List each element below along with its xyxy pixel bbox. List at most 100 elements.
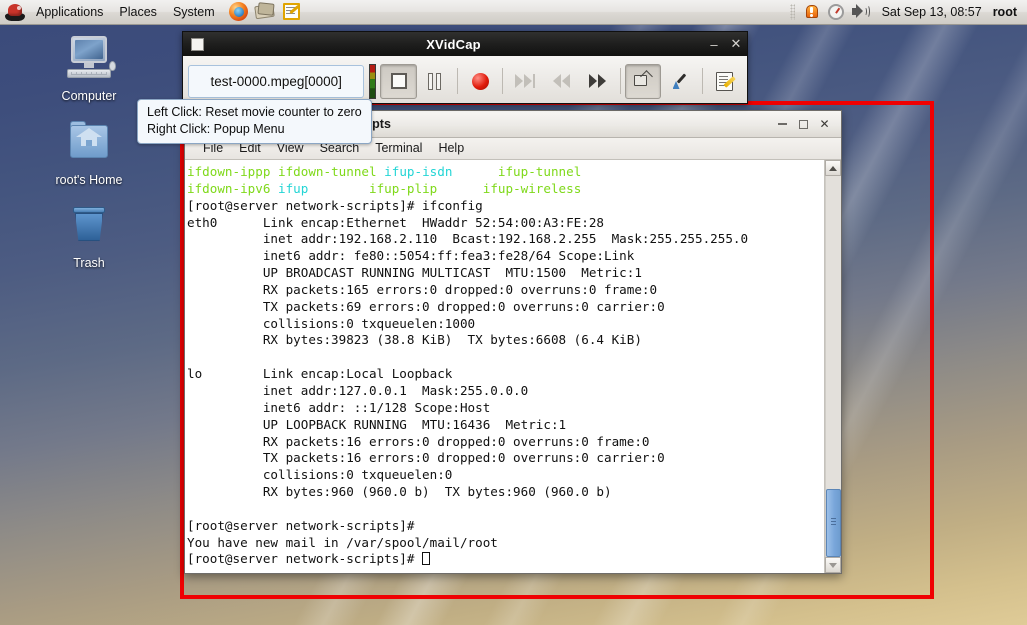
text-editor-icon[interactable] (280, 1, 304, 23)
clock[interactable]: Sat Sep 13, 08:57 (873, 5, 991, 19)
terminal-file-entry: ifup-tunnel (497, 164, 582, 179)
firefox-icon[interactable] (226, 1, 250, 23)
fast-forward-icon (589, 74, 607, 88)
desktop-icon-computer[interactable]: Computer (34, 36, 144, 103)
terminal-line: RX packets:16 errors:0 dropped:0 overrun… (187, 433, 650, 449)
terminal-line: inet addr:192.168.2.110 Bcast:192.168.2.… (187, 231, 749, 247)
terminal-body: ifdown-ippp ifdown-tunnel ifup-isdn ifup… (185, 160, 841, 573)
terminal-file-entry: ifup-isdn (384, 164, 498, 179)
stop-icon (390, 73, 407, 89)
rewind-icon (553, 74, 571, 88)
toolbar-separator (701, 68, 703, 94)
skip-to-end-icon (515, 74, 536, 88)
terminal-line: TX packets:69 errors:0 dropped:0 overrun… (187, 298, 665, 314)
menu-applications[interactable]: Applications (28, 0, 111, 24)
xvidcap-minimize-button[interactable]: – (703, 37, 725, 52)
terminal-file-entry: ifup-plip (369, 180, 483, 196)
desktop-icon-trash[interactable]: Trash (34, 203, 144, 270)
terminal-line: inet6 addr: ::1/128 Scope:Host (187, 399, 491, 415)
terminal-line: RX packets:165 errors:0 dropped:0 overru… (187, 281, 658, 297)
terminal-line: UP BROADCAST RUNNING MULTICAST MTU:1500 … (187, 265, 642, 281)
color-picker-button[interactable] (661, 64, 697, 99)
terminal-file-entry: ifup (278, 180, 369, 196)
preferences-button[interactable] (707, 64, 743, 99)
terminal-line: [root@server network-scripts]# ifconfig (187, 197, 483, 213)
filename-counter-button[interactable]: test-0000.mpeg[0000] (188, 64, 365, 98)
terminal-close-button[interactable]: ✕ (814, 115, 835, 133)
tooltip-line-1: Left Click: Reset movie counter to zero (147, 105, 362, 119)
pause-button[interactable] (417, 64, 453, 99)
trash-icon (62, 203, 116, 253)
terminal-line: ifdown-ipv6 ifup ifup-plip ifup-wireless (187, 181, 824, 198)
select-window-button[interactable] (625, 63, 662, 99)
terminal-line: collisions:0 txqueuelen:0 (187, 467, 453, 483)
preferences-icon (716, 71, 736, 91)
terminal-window: er:/etc/sysconfig/network-scripts ✕ File… (184, 110, 842, 574)
home-folder-icon (62, 120, 116, 170)
menu-item-terminal[interactable]: Terminal (367, 138, 430, 159)
level-meter (369, 63, 377, 99)
tooltip-line-2: Right Click: Popup Menu (147, 122, 285, 136)
terminal-scrollbar[interactable] (824, 160, 841, 573)
user-label[interactable]: root (993, 5, 1021, 19)
panel-grip[interactable] (789, 4, 795, 20)
record-button[interactable] (462, 64, 498, 99)
terminal-line: inet6 addr: fe80::5054:ff:fea3:fe28/64 S… (187, 248, 635, 264)
xvidcap-close-button[interactable]: ✕ (725, 36, 747, 52)
terminal-line: eth0 Link encap:Ethernet HWaddr 52:54:00… (187, 214, 605, 230)
alert-icon[interactable] (801, 2, 823, 22)
menu-places[interactable]: Places (111, 0, 165, 24)
toolbar-separator (620, 68, 622, 94)
terminal-line: RX bytes:39823 (38.8 KiB) TX bytes:6608 … (187, 332, 642, 348)
scrollbar-track[interactable] (825, 176, 841, 557)
terminal-output[interactable]: ifdown-ippp ifdown-tunnel ifup-isdn ifup… (185, 160, 824, 573)
desktop-icon-home[interactable]: root's Home (34, 120, 144, 187)
xvidcap-title: XVidCap (426, 36, 481, 52)
system-monitor-icon[interactable] (825, 2, 847, 22)
terminal-line: ifdown-ippp ifdown-tunnel ifup-isdn ifup… (187, 164, 824, 181)
terminal-line: RX bytes:960 (960.0 b) TX bytes:960 (960… (187, 484, 612, 500)
xvidcap-titlebar[interactable]: XVidCap – ✕ (183, 32, 747, 56)
top-panel: Applications Places System Sat Sep 13, 0… (0, 0, 1027, 25)
terminal-cursor (422, 552, 431, 566)
terminal-file-entry: ifdown-ipv6 (187, 180, 278, 196)
terminal-line: You have new mail in /var/spool/mail/roo… (187, 534, 498, 550)
terminal-file-entry: ifdown-ippp (187, 164, 278, 179)
xvidcap-window-icon (191, 37, 204, 51)
terminal-line: collisions:0 txqueuelen:1000 (187, 315, 476, 331)
terminal-line: UP LOOPBACK RUNNING MTU:16436 Metric:1 (187, 416, 567, 432)
redhat-logo-icon (4, 2, 26, 23)
evolution-icon[interactable] (253, 1, 277, 23)
record-icon (471, 72, 489, 90)
terminal-line: [root@server network-scripts]# (187, 517, 415, 533)
system-tray: Sat Sep 13, 08:57 root (789, 2, 1027, 22)
menu-item-help[interactable]: Help (430, 138, 472, 159)
volume-icon[interactable] (849, 2, 871, 22)
terminal-file-entry: ifup-wireless (482, 180, 582, 196)
scroll-up-button[interactable] (825, 160, 841, 176)
desktop-icon-label: Trash (73, 256, 105, 270)
xvidcap-toolbar: test-0000.mpeg[0000] (183, 56, 747, 103)
scrollbar-thumb[interactable] (826, 489, 841, 557)
terminal-line: lo Link encap:Local Loopback (187, 366, 453, 382)
step-back-button[interactable] (544, 64, 580, 99)
skip-to-end-button[interactable] (507, 64, 543, 99)
terminal-maximize-button[interactable] (793, 115, 814, 133)
terminal-minimize-button[interactable] (772, 115, 793, 133)
xvidcap-tooltip: Left Click: Reset movie counter to zero … (137, 99, 372, 144)
desktop-icon-label: root's Home (55, 173, 123, 187)
desktop-icon-label: Computer (61, 89, 117, 103)
eyedropper-icon (671, 72, 689, 90)
terminal-line: inet addr:127.0.0.1 Mask:255.0.0.0 (187, 382, 529, 398)
toolbar-separator (456, 68, 458, 94)
step-forward-button[interactable] (580, 64, 616, 99)
menu-system[interactable]: System (165, 0, 223, 24)
scroll-down-button[interactable] (825, 557, 841, 573)
terminal-prompt-line: [root@server network-scripts]# (187, 551, 824, 568)
xvidcap-window: XVidCap – ✕ test-0000.mpeg[0000] (182, 31, 748, 104)
terminal-line: TX packets:16 errors:0 dropped:0 overrun… (187, 450, 665, 466)
select-window-icon (634, 70, 654, 89)
stop-button[interactable] (380, 63, 417, 99)
